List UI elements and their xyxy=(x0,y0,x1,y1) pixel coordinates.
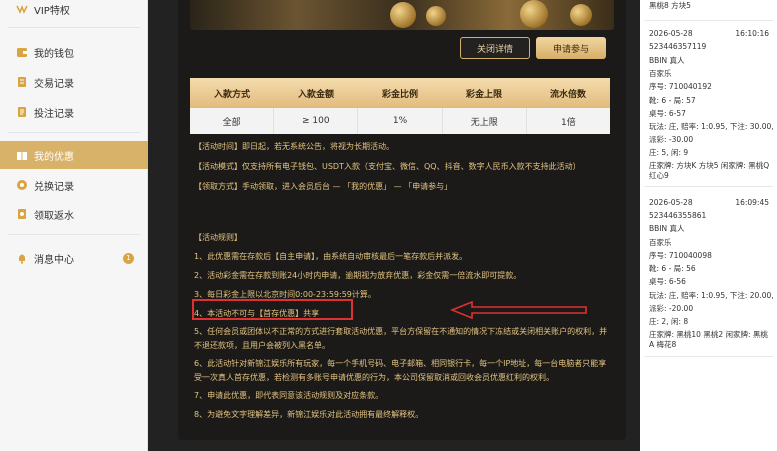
rule-7: 7、申请此优惠，即代表同意该活动规则及对应条款。 xyxy=(194,391,384,400)
record-play: 玩法: 庄, 赔率: 1:0.95, 下注: 20.00, xyxy=(649,291,774,300)
divider xyxy=(644,20,773,21)
vip-icon xyxy=(16,3,28,15)
column-header: 流水倍数 xyxy=(549,89,586,100)
record-game: 百家乐 xyxy=(649,238,672,247)
record-serial: 序号: 710040098 xyxy=(649,251,712,260)
sidebar-item-label: 兑换记录 xyxy=(34,181,74,193)
highlight-box xyxy=(192,299,353,320)
divider xyxy=(8,27,140,28)
rule-2: 2、活动彩金需在存款到账24小时内申请，逾期视为放弃优惠，彩金仅需一倍流水即可提… xyxy=(194,271,522,280)
record-cards: 黑桃8 方块5 xyxy=(649,1,691,10)
record-serial: 序号: 710040192 xyxy=(649,82,712,91)
record-round: 靴: 6 - 局: 56 xyxy=(649,264,696,273)
record-platform: BBIN 真人 xyxy=(649,56,685,65)
unread-badge: 1 xyxy=(123,252,134,264)
close-details-button[interactable]: 关闭详情 xyxy=(460,37,530,59)
record-id: 523446355861 xyxy=(649,211,707,220)
record-cards: 庄家牌: 方块K 方块5 闲家牌: 黑桃Q 红心9 xyxy=(649,161,770,180)
table-cell: 无上限 xyxy=(443,108,527,134)
record-table: 桌号: 6-57 xyxy=(649,109,686,118)
sidebar-item-my-promotions[interactable]: 我的优惠 xyxy=(0,141,148,169)
rules-title: 【活动规则】 xyxy=(194,233,242,242)
sidebar-item-vip[interactable]: VIP特权 xyxy=(0,0,148,23)
divider xyxy=(644,356,773,357)
rebate-icon xyxy=(16,208,28,220)
divider xyxy=(644,186,773,187)
record-payout: 派彩: -30.00 xyxy=(649,135,694,144)
promo-detail-panel: 关闭详情 申请参与 入款方式 入款金额 彩金比例 彩金上限 流水倍数 全部 ≥ … xyxy=(178,0,626,440)
divider xyxy=(8,132,140,133)
table-cell: 1% xyxy=(358,108,443,134)
sidebar-item-label: 投注记录 xyxy=(34,108,74,120)
record-platform: BBIN 真人 xyxy=(649,224,685,233)
wallet-icon xyxy=(16,46,28,58)
record-time: 16:09:45 xyxy=(735,198,769,207)
table-cell: 1倍 xyxy=(561,117,576,128)
sidebar-item-label: 我的钱包 xyxy=(34,48,74,60)
transaction-icon xyxy=(16,76,28,88)
sidebar-item-wallet[interactable]: 我的钱包 xyxy=(0,38,148,66)
record-date: 2026-05-28 xyxy=(649,198,693,207)
table-cell: 全部 xyxy=(190,108,275,134)
table-cell: ≥ 100 xyxy=(274,108,359,134)
column-header: 彩金上限 xyxy=(465,89,502,100)
promo-banner xyxy=(190,0,614,30)
record-date: 2026-05-28 xyxy=(649,29,693,38)
rule-1: 1、此优惠需在存款后【自主申请】，由系统自动审核最后一笔存款后并派发。 xyxy=(194,252,468,261)
coin-icon xyxy=(390,2,416,28)
bell-icon xyxy=(16,252,28,264)
column-header: 入款金额 xyxy=(297,89,334,100)
promo-table: 入款方式 入款金额 彩金比例 彩金上限 流水倍数 全部 ≥ 100 1% 无上限… xyxy=(190,78,610,134)
record-time: 16:10:16 xyxy=(735,29,769,38)
sidebar: VIP特权 我的钱包 交易记录 投注记录 我的优惠 兑换记录 领取返水 消息中心… xyxy=(0,0,148,451)
coin-icon xyxy=(570,4,592,26)
divider xyxy=(8,234,140,235)
record-result: 庄: 2, 闲: 8 xyxy=(649,317,689,326)
activity-mode-text: 【活动模式】仅支持所有电子钱包、USDT入款（支付宝、微信、QQ、抖音、数字人民… xyxy=(194,162,581,171)
column-header: 彩金比例 xyxy=(381,89,418,100)
sidebar-item-rebate[interactable]: 领取返水 xyxy=(0,200,148,228)
exchange-icon xyxy=(16,179,28,191)
rule-8: 8、为避免文字理解差异，新锦江娱乐对此活动拥有最终解释权。 xyxy=(194,410,424,419)
sidebar-item-label: 我的优惠 xyxy=(34,151,74,163)
record-id: 523446357119 xyxy=(649,42,707,51)
coin-icon xyxy=(520,0,548,28)
record-result: 庄: 5, 闲: 9 xyxy=(649,148,689,157)
sidebar-item-label: 领取返水 xyxy=(34,210,74,222)
record-game: 百家乐 xyxy=(649,69,672,78)
rule-5: 5、任何会员或团体以不正常的方式进行套取活动优惠，平台方保留在不通知的情况下冻结… xyxy=(194,327,608,350)
sidebar-item-label: 消息中心 xyxy=(34,254,74,266)
sidebar-item-messages[interactable]: 消息中心 1 xyxy=(0,244,148,272)
rule-6: 6、此活动针对新锦江娱乐所有玩家，每一个手机号码、电子邮箱、相同银行卡，每一个I… xyxy=(194,359,607,382)
coin-icon xyxy=(426,6,446,26)
table-header: 入款方式 入款金额 彩金比例 彩金上限 流水倍数 xyxy=(190,78,610,108)
record-play: 玩法: 庄, 赔率: 1:0.95, 下注: 30.00, xyxy=(649,122,774,131)
gift-icon xyxy=(16,149,28,161)
record-round: 靴: 6 - 局: 57 xyxy=(649,96,696,105)
record-cards: 庄家牌: 黑桃10 黑桃2 闲家牌: 黑桃A 梅花8 xyxy=(649,330,768,349)
record-payout: 派彩: -20.00 xyxy=(649,304,694,313)
sidebar-item-exchange[interactable]: 兑换记录 xyxy=(0,171,148,199)
table-row: 全部 ≥ 100 1% 无上限 1倍 xyxy=(190,108,610,134)
claim-method-text: 【领取方式】手动领取，进入会员后台 — 「我的优惠」 — 「申请参与」 xyxy=(194,182,453,191)
bet-record-icon xyxy=(16,106,28,118)
sidebar-item-label: VIP特权 xyxy=(34,5,70,17)
red-arrow-icon xyxy=(450,301,587,319)
column-header: 入款方式 xyxy=(213,89,250,100)
activity-time-text: 【活动时间】即日起，若无系统公告，将视为长期活动。 xyxy=(194,142,394,151)
apply-button[interactable]: 申请参与 xyxy=(536,37,606,59)
sidebar-item-bet-records[interactable]: 投注记录 xyxy=(0,98,148,126)
sidebar-item-label: 交易记录 xyxy=(34,78,74,90)
record-table: 桌号: 6-56 xyxy=(649,277,686,286)
sidebar-item-transactions[interactable]: 交易记录 xyxy=(0,68,148,96)
bet-records-panel: 黑桃8 方块5 2026-05-28 16:10:16 523446357119… xyxy=(640,0,777,451)
